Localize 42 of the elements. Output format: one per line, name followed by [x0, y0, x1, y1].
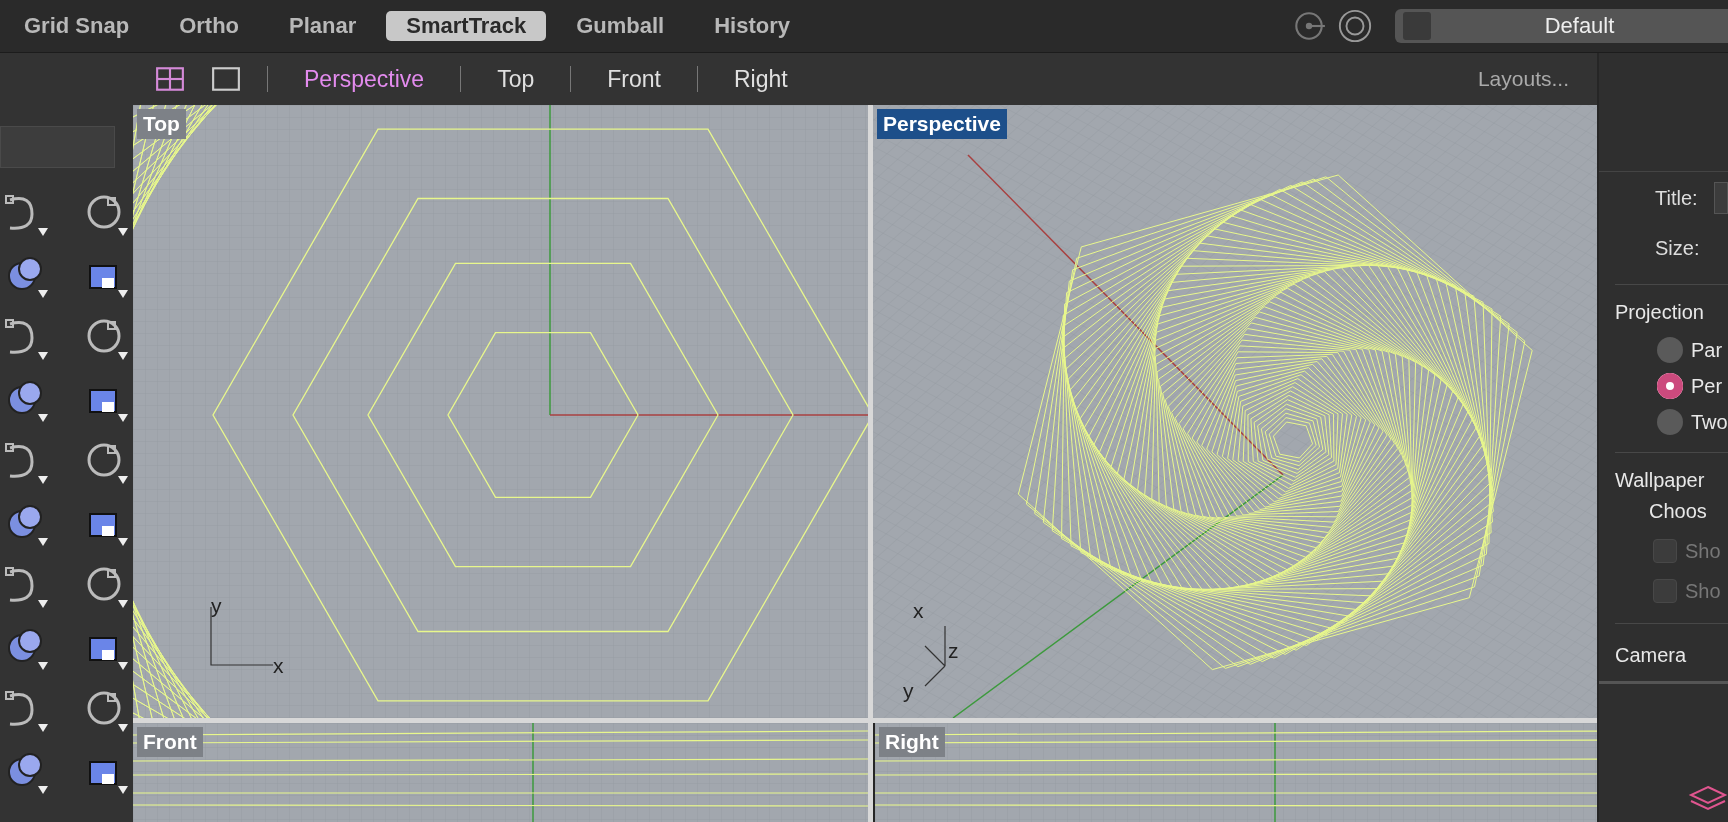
viewport-title[interactable]: Front: [137, 727, 203, 757]
viewport-tab[interactable]: Perspective: [294, 65, 435, 93]
axis-label: x: [913, 599, 924, 623]
circle-target-icon[interactable]: [1337, 8, 1373, 44]
title-field[interactable]: [1713, 182, 1728, 214]
axis-label: y: [903, 679, 914, 703]
viewport[interactable]: Top y x: [133, 105, 868, 718]
axis-icon: [923, 624, 947, 688]
four-viewports-icon[interactable]: [155, 66, 185, 92]
radio-button[interactable]: [1657, 337, 1683, 363]
section-heading: Projection: [1615, 301, 1705, 324]
viewport[interactable]: Right: [873, 723, 1597, 822]
toggle-button[interactable]: Grid Snap: [4, 11, 150, 41]
viewport[interactable]: Front: [133, 723, 868, 822]
single-viewport-icon[interactable]: [211, 66, 241, 92]
radio-button[interactable]: [1657, 409, 1683, 435]
viewport-tab[interactable]: Front: [597, 65, 671, 93]
choose-button[interactable]: Choos: [1649, 500, 1728, 523]
toggle-button[interactable]: Ortho: [159, 11, 259, 41]
radio-option[interactable]: Par: [1657, 332, 1728, 368]
field-label: Size:: [1655, 236, 1700, 260]
viewport-title[interactable]: Right: [879, 727, 945, 757]
display-mode-dropdown[interactable]: Default: [1395, 9, 1728, 43]
axis-label: z: [948, 639, 959, 663]
toggle-button[interactable]: Gumball: [556, 11, 685, 41]
layouts-button[interactable]: Layouts...: [1471, 66, 1575, 92]
axis-label: x: [273, 654, 284, 678]
section-heading: Wallpaper: [1615, 469, 1706, 492]
viewport-tab[interactable]: Top: [487, 65, 545, 93]
radio-button[interactable]: [1657, 373, 1683, 399]
toggle-button[interactable]: Planar: [269, 11, 377, 41]
viewport-title[interactable]: Top: [137, 109, 186, 139]
viewport[interactable]: Perspective x z y: [873, 105, 1597, 718]
radio-option[interactable]: Two: [1657, 404, 1728, 440]
field-label: Title:: [1655, 186, 1698, 210]
toggle-button[interactable]: History: [694, 11, 810, 41]
radio-option[interactable]: Per: [1657, 368, 1728, 404]
axis-label: y: [211, 594, 222, 618]
viewport-title[interactable]: Perspective: [877, 109, 1007, 139]
viewport-tab[interactable]: Right: [723, 65, 798, 93]
toggle-button[interactable]: SmartTrack: [386, 11, 547, 41]
section-heading: Camera: [1615, 644, 1688, 667]
